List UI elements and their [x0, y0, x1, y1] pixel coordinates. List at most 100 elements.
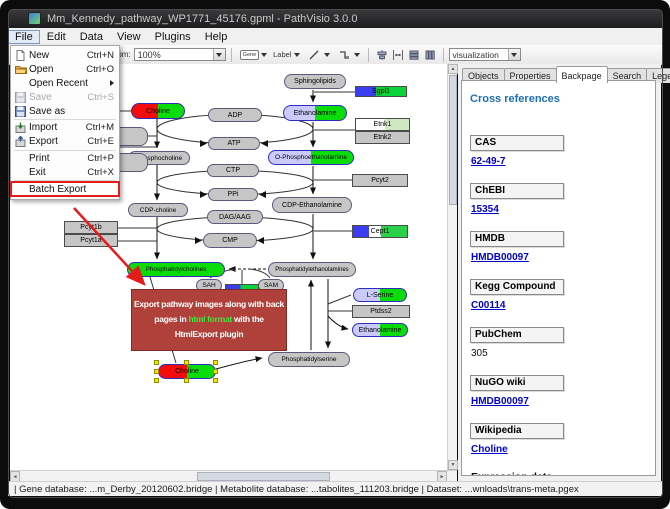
visualization-value: visualization: [450, 50, 508, 60]
crossref-value-pubchem: 305: [471, 348, 655, 359]
node-ppi[interactable]: PPi: [208, 188, 258, 201]
canvas-vertical-scrollbar[interactable]: ▲ ▼: [447, 64, 457, 470]
crossref-link-chebi[interactable]: 15354: [471, 204, 655, 215]
menu-plugins[interactable]: Plugins: [148, 30, 198, 44]
node-cmp[interactable]: CMP: [203, 233, 257, 248]
crossref-source-kegg: Kegg Compound: [470, 279, 564, 295]
node-cdp-ethanolamine[interactable]: CDP-Ethanolamine: [272, 197, 352, 213]
crossref-source-cas: CAS: [470, 135, 564, 151]
node-cdp-choline[interactable]: CDP-choline: [128, 203, 188, 217]
selection-handle[interactable]: [154, 378, 159, 383]
node-o-phosphoethanolamine[interactable]: O-Phosphoethanolamine: [268, 150, 354, 165]
crossref-source-chebi: ChEBI: [470, 183, 564, 199]
menu-help[interactable]: Help: [198, 30, 235, 44]
file-menu-save[interactable]: SaveCtrl+S: [11, 90, 119, 104]
scroll-up-icon[interactable]: ▲: [448, 64, 458, 74]
node-pcyt1a[interactable]: Pcyt1a: [64, 234, 118, 247]
file-menu-batch-export[interactable]: Batch Export: [11, 182, 119, 196]
status-text: | Gene database: ...m_Derby_20120602.bri…: [14, 484, 579, 495]
pathvisio-app-icon: [28, 12, 41, 25]
menu-bar: File Edit Data View Plugins Help: [8, 28, 662, 46]
node-phosphatidylcholines[interactable]: Phosphatidylcholines: [127, 262, 225, 277]
selection-handle[interactable]: [184, 360, 189, 365]
node-etnk1[interactable]: Etnk1: [355, 118, 410, 131]
selection-handle[interactable]: [154, 360, 159, 365]
canvas-horizontal-scrollbar[interactable]: ◄ ►: [10, 470, 457, 481]
node-adp[interactable]: ADP: [208, 108, 262, 122]
distribute-horizontal-icon[interactable]: [390, 47, 406, 62]
crossref-source-nugo: NuGO wiki: [470, 375, 564, 391]
vertical-scroll-thumb[interactable]: [449, 75, 457, 205]
file-menu-open-recent[interactable]: Open Recent: [11, 77, 119, 91]
node-ctp[interactable]: CTP: [207, 164, 259, 177]
crossref-link-hmdb[interactable]: HMDB00097: [471, 252, 655, 263]
zoom-dropdown-icon[interactable]: [213, 49, 225, 60]
selection-handle[interactable]: [184, 378, 189, 383]
node-sgpl1[interactable]: Sgpl1: [355, 86, 407, 97]
align-center-icon[interactable]: [374, 47, 390, 62]
connector-tool-button[interactable]: [333, 46, 363, 63]
export-icon: [15, 136, 29, 147]
save-disk-icon: [15, 92, 29, 103]
crossref-link-nugo[interactable]: HMDB00097: [471, 396, 655, 407]
file-menu-exit[interactable]: ExitCtrl+X: [11, 165, 119, 179]
add-datanode-button[interactable]: Gene: [237, 49, 270, 61]
side-panel: Objects Properties Backpage Search Legen…: [458, 64, 661, 481]
label-tool-text: Label: [273, 50, 291, 59]
crossref-source-hmdb: HMDB: [470, 231, 564, 247]
node-l-serine[interactable]: L-Serine: [353, 288, 407, 302]
chevron-down-icon[interactable]: [324, 53, 330, 57]
node-phosphatidylethanolamines[interactable]: Phosphatidylethanolamines: [268, 262, 356, 277]
chevron-down-icon[interactable]: [354, 53, 360, 57]
save-as-disk-icon: [15, 106, 29, 117]
node-etnk2[interactable]: Etnk2: [355, 131, 410, 144]
node-phosphatidylserine[interactable]: Phosphatidylserine: [268, 352, 350, 367]
file-menu-new[interactable]: NewCtrl+N: [11, 49, 119, 63]
tab-backpage[interactable]: Backpage: [556, 66, 608, 83]
crossrefs-heading: Cross references: [470, 93, 655, 105]
node-pcyt2[interactable]: Pcyt2: [352, 174, 408, 187]
menu-file[interactable]: File: [8, 30, 40, 44]
chevron-down-icon[interactable]: [261, 53, 267, 57]
menu-edit[interactable]: Edit: [40, 30, 73, 44]
stack-rows-icon[interactable]: [406, 47, 422, 62]
backpage-panel: Cross references CAS 62-49-7 ChEBI 15354…: [461, 80, 656, 476]
node-pcyt1b[interactable]: Pcyt1b: [64, 221, 118, 234]
crossref-link-kegg[interactable]: C00114: [471, 300, 655, 311]
callout-highlight: html format: [188, 314, 231, 324]
crossref-link-wikipedia[interactable]: Choline: [471, 444, 655, 455]
node-dag-aag[interactable]: DAG/AAG: [207, 210, 263, 224]
node-cept1[interactable]: Cept1: [352, 225, 408, 238]
menu-data[interactable]: Data: [73, 30, 110, 44]
visualization-combobox[interactable]: visualization: [449, 48, 521, 61]
node-choline-bottom[interactable]: Choline: [158, 364, 216, 379]
file-menu-export[interactable]: ExportCtrl+E: [11, 135, 119, 149]
file-menu-save-as[interactable]: Save as: [11, 104, 119, 118]
file-menu-print[interactable]: PrintCtrl+P: [11, 152, 119, 166]
line-tool-button[interactable]: [303, 46, 333, 63]
file-menu-import[interactable]: ImportCtrl+M: [11, 121, 119, 135]
stack-columns-icon[interactable]: [422, 47, 438, 62]
selection-handle[interactable]: [213, 369, 218, 374]
chevron-down-icon[interactable]: [294, 53, 300, 57]
selection-handle[interactable]: [154, 369, 159, 374]
selection-handle[interactable]: [213, 378, 218, 383]
crossref-source-wikipedia: Wikipedia: [470, 423, 564, 439]
node-ethanolamine-low[interactable]: Ethanolamine: [352, 323, 408, 337]
crossref-link-cas[interactable]: 62-49-7: [471, 156, 655, 167]
node-atp[interactable]: ATP: [208, 137, 260, 150]
horizontal-scroll-thumb[interactable]: [197, 472, 330, 481]
selection-handle[interactable]: [213, 360, 218, 365]
menu-view[interactable]: View: [110, 30, 148, 44]
add-label-button[interactable]: Label: [270, 49, 302, 60]
file-menu-open[interactable]: OpenCtrl+O: [11, 63, 119, 77]
scroll-down-icon[interactable]: ▼: [448, 460, 458, 470]
status-bar: | Gene database: ...m_Derby_20120602.bri…: [8, 481, 662, 496]
visualization-dropdown-icon[interactable]: [508, 49, 520, 60]
node-ptdss2[interactable]: Ptdss2: [352, 305, 410, 318]
node-sphingolipids[interactable]: Sphingolipids: [284, 74, 346, 89]
node-ethanolamine-top[interactable]: Ethanolamine: [283, 105, 347, 121]
node-choline-top[interactable]: Choline: [131, 103, 185, 119]
zoom-combobox[interactable]: 100%: [134, 48, 226, 61]
annotation-callout: Export pathway images along with back pa…: [131, 289, 287, 351]
